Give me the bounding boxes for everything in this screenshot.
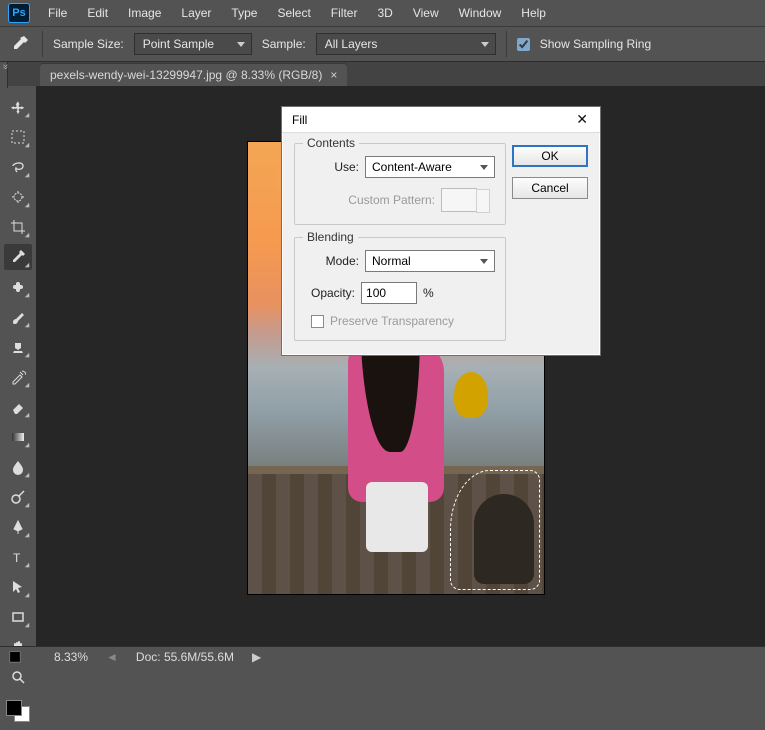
cancel-button[interactable]: Cancel xyxy=(512,177,588,199)
options-bar: Sample Size: Point Sample Sample: All La… xyxy=(0,26,765,62)
dialog-close-button[interactable]: ✕ xyxy=(570,109,594,130)
custom-pattern-label: Custom Pattern: xyxy=(348,193,435,207)
healing-brush-tool[interactable] xyxy=(4,274,32,300)
menu-filter[interactable]: Filter xyxy=(323,2,366,24)
photo-buoy xyxy=(454,372,488,418)
dialog-titlebar[interactable]: Fill ✕ xyxy=(282,107,600,133)
sample-size-select[interactable]: Point Sample xyxy=(134,33,252,55)
rectangle-tool[interactable] xyxy=(4,604,32,630)
contents-legend: Contents xyxy=(303,136,359,150)
tools-panel: T xyxy=(0,88,36,730)
separator xyxy=(42,31,43,57)
blur-tool[interactable] xyxy=(4,454,32,480)
sample-size-label: Sample Size: xyxy=(53,37,124,51)
document-tab[interactable]: pexels-wendy-wei-13299947.jpg @ 8.33% (R… xyxy=(40,64,347,86)
quick-select-tool[interactable] xyxy=(4,184,32,210)
sample-value: All Layers xyxy=(325,37,378,51)
brush-tool[interactable] xyxy=(4,304,32,330)
contents-fieldset: Contents Use: Content-Aware Custom Patte… xyxy=(294,143,506,225)
opacity-input[interactable]: 100 xyxy=(361,282,417,304)
clone-stamp-tool[interactable] xyxy=(4,334,32,360)
pen-tool[interactable] xyxy=(4,514,32,540)
color-swatches[interactable] xyxy=(4,698,32,724)
document-tab-row: pexels-wendy-wei-13299947.jpg @ 8.33% (R… xyxy=(0,62,765,86)
doc-size-value: 55.6M/55.6M xyxy=(164,650,234,664)
opacity-unit: % xyxy=(423,286,434,300)
lasso-tool[interactable] xyxy=(4,154,32,180)
menu-file[interactable]: File xyxy=(40,2,75,24)
document-tab-close[interactable]: × xyxy=(330,68,337,82)
mode-select[interactable]: Normal xyxy=(365,250,495,272)
fill-dialog: Fill ✕ OK Cancel Contents Use: Content-A… xyxy=(281,106,601,356)
eraser-tool[interactable] xyxy=(4,394,32,420)
show-sampling-ring-label: Show Sampling Ring xyxy=(540,37,651,51)
dodge-tool[interactable] xyxy=(4,484,32,510)
gradient-tool[interactable] xyxy=(4,424,32,450)
opacity-value: 100 xyxy=(366,286,386,300)
sample-select[interactable]: All Layers xyxy=(316,33,496,55)
selection-marquee xyxy=(450,470,540,590)
menu-type[interactable]: Type xyxy=(223,2,265,24)
menu-help[interactable]: Help xyxy=(513,2,554,24)
move-tool[interactable] xyxy=(4,94,32,120)
sample-label: Sample: xyxy=(262,37,306,51)
separator xyxy=(506,31,507,57)
custom-pattern-picker xyxy=(441,188,477,212)
marquee-tool[interactable] xyxy=(4,124,32,150)
menu-image[interactable]: Image xyxy=(120,2,169,24)
use-label: Use: xyxy=(334,160,359,174)
opacity-label: Opacity: xyxy=(311,286,355,300)
app-logo: Ps xyxy=(8,3,30,23)
ok-button[interactable]: OK xyxy=(512,145,588,167)
menu-select[interactable]: Select xyxy=(269,2,318,24)
type-tool[interactable]: T xyxy=(4,544,32,570)
mode-value: Normal xyxy=(372,254,411,268)
preserve-transparency-label: Preserve Transparency xyxy=(330,314,454,328)
use-value: Content-Aware xyxy=(372,160,452,174)
status-swatch xyxy=(8,649,28,667)
document-tab-title: pexels-wendy-wei-13299947.jpg @ 8.33% (R… xyxy=(50,68,322,82)
svg-text:T: T xyxy=(13,551,21,565)
foreground-swatch[interactable] xyxy=(6,700,22,716)
eyedropper-icon xyxy=(8,32,32,56)
doc-size-label: Doc: xyxy=(136,650,161,664)
preserve-transparency-checkbox[interactable] xyxy=(311,315,324,328)
path-select-tool[interactable] xyxy=(4,574,32,600)
menu-edit[interactable]: Edit xyxy=(79,2,116,24)
dialog-title: Fill xyxy=(292,113,307,127)
menu-view[interactable]: View xyxy=(405,2,447,24)
blending-fieldset: Blending Mode: Normal Opacity: 100 % Pre… xyxy=(294,237,506,341)
use-select[interactable]: Content-Aware xyxy=(365,156,495,178)
status-bar: 8.33% ◄ Doc: 55.6M/55.6M ▶ xyxy=(0,646,765,666)
status-flyout-icon[interactable]: ▶ xyxy=(252,650,261,664)
menu-bar: Ps File Edit Image Layer Type Select Fil… xyxy=(0,0,765,26)
mode-label: Mode: xyxy=(326,254,359,268)
crop-tool[interactable] xyxy=(4,214,32,240)
menu-layer[interactable]: Layer xyxy=(173,2,219,24)
eyedropper-tool[interactable] xyxy=(4,244,32,270)
zoom-level[interactable]: 8.33% xyxy=(54,650,88,664)
sample-size-value: Point Sample xyxy=(143,37,214,51)
blending-legend: Blending xyxy=(303,230,358,244)
history-brush-tool[interactable] xyxy=(4,364,32,390)
show-sampling-ring-checkbox[interactable] xyxy=(517,38,530,51)
menu-3d[interactable]: 3D xyxy=(369,2,400,24)
menu-window[interactable]: Window xyxy=(451,2,510,24)
